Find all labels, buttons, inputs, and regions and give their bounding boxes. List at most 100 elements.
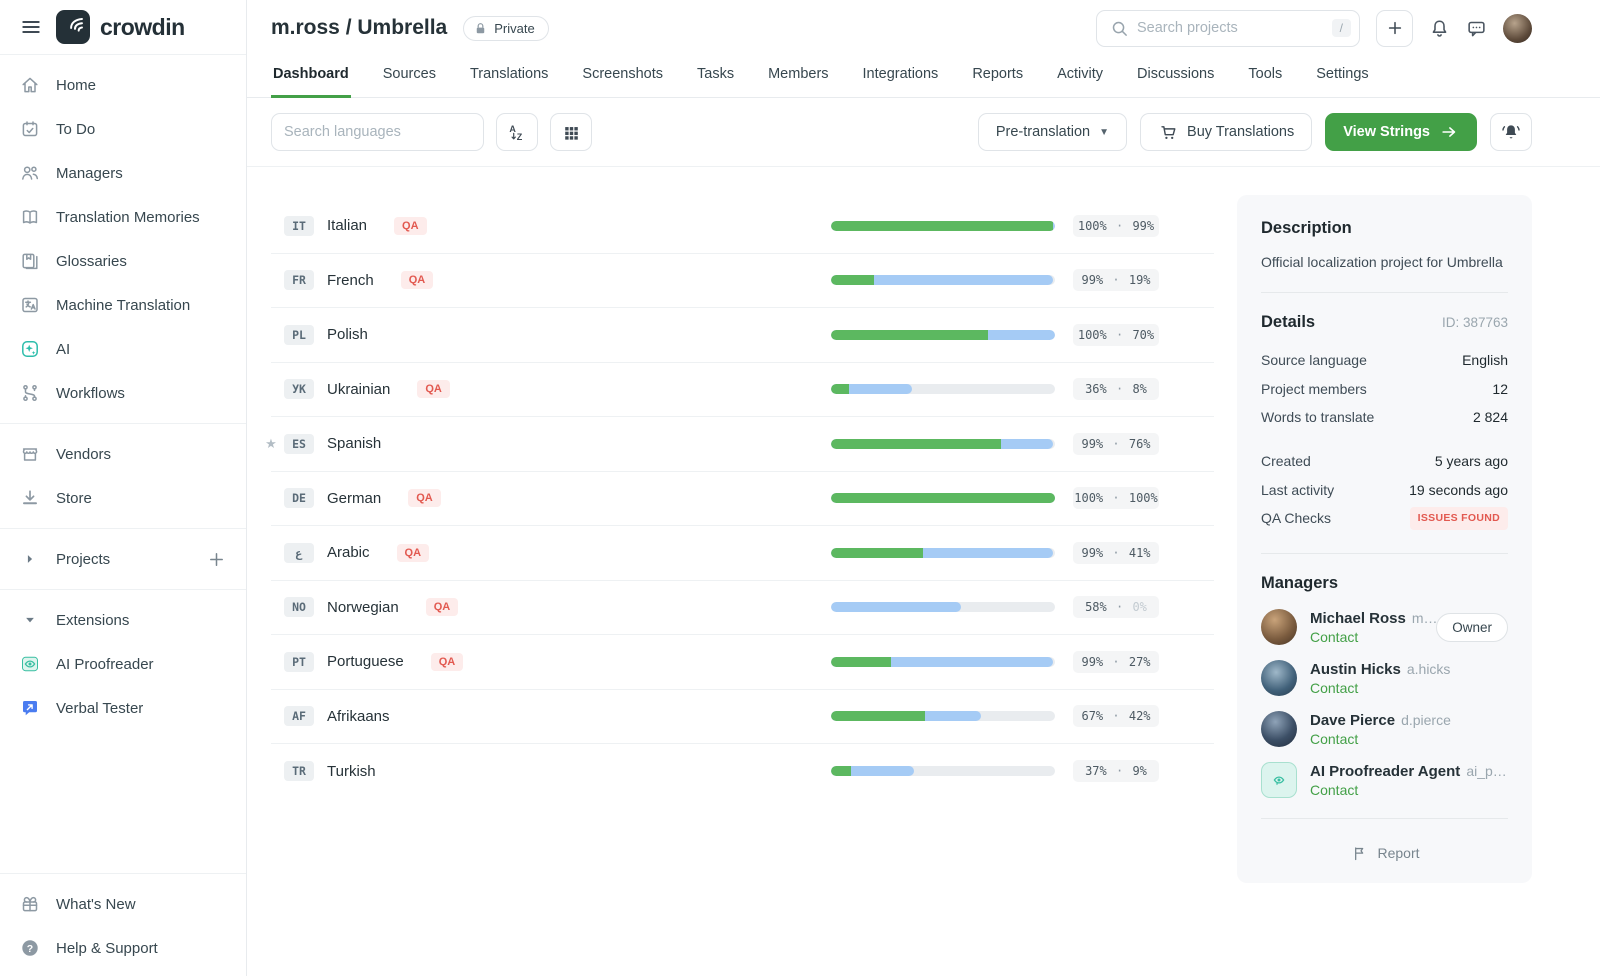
qa-issues-badge[interactable]: QA	[417, 380, 450, 398]
manager-username: ai_proof...	[1466, 763, 1508, 779]
contact-link[interactable]: Contact	[1310, 782, 1508, 798]
language-row-afrikaans[interactable]: AF Afrikaans 67% · 42%	[271, 690, 1214, 745]
create-project-button[interactable]	[1376, 10, 1413, 47]
language-row-ukrainian[interactable]: УК Ukrainian QA 36% · 8%	[271, 363, 1214, 418]
approved-segment	[831, 330, 988, 340]
language-name: Polish	[327, 326, 368, 343]
tab-translations[interactable]: Translations	[468, 56, 550, 98]
sidebar-item-workflows[interactable]: Workflows	[0, 371, 246, 415]
project-id: ID: 387763	[1442, 315, 1508, 330]
add-project-button[interactable]	[207, 550, 226, 569]
buy-translations-button[interactable]: Buy Translations	[1140, 113, 1312, 151]
menu-hamburger-icon[interactable]	[20, 16, 42, 38]
user-avatar[interactable]	[1503, 14, 1532, 43]
progress-percentages: 100% · 70%	[1073, 324, 1159, 346]
favorite-star-icon[interactable]: ★	[262, 436, 280, 452]
tab-tasks[interactable]: Tasks	[695, 56, 736, 98]
avatar	[1261, 609, 1297, 645]
language-row-italian[interactable]: IT Italian QA 100% · 99%	[271, 199, 1214, 254]
language-search	[271, 113, 484, 151]
contact-link[interactable]: Contact	[1310, 680, 1450, 696]
tab-members[interactable]: Members	[766, 56, 830, 98]
language-row-turkish[interactable]: TR Turkish 37% · 9%	[271, 744, 1214, 799]
qa-issues-badge[interactable]: QA	[431, 653, 464, 671]
sidebar-item-machine-translation[interactable]: Machine Translation	[0, 283, 246, 327]
sidebar-item-ai[interactable]: AI	[0, 327, 246, 371]
qa-issues-found-badge[interactable]: ISSUES FOUND	[1410, 507, 1508, 530]
sidebar-item-extensions[interactable]: Extensions	[0, 598, 246, 642]
tab-reports[interactable]: Reports	[970, 56, 1025, 98]
sidebar-item-what-s-new[interactable]: What's New	[0, 882, 246, 926]
project-tabs: Dashboard Sources Translations Screenshots T…	[247, 56, 1600, 98]
tab-integrations[interactable]: Integrations	[861, 56, 941, 98]
sidebar: crowdin HomeTo DoManagersTranslation Mem…	[0, 0, 247, 976]
sidebar-item-verbal-tester[interactable]: Verbal Tester	[0, 686, 246, 730]
translation-progress-bar	[831, 602, 1055, 612]
managers-icon	[20, 163, 40, 183]
notifications-bell-icon[interactable]	[1429, 18, 1450, 39]
manager-name: Michael Ross	[1310, 610, 1406, 627]
sidebar-item-vendors[interactable]: Vendors	[0, 432, 246, 476]
search-languages-input[interactable]	[284, 124, 471, 140]
report-link[interactable]: Report	[1261, 839, 1508, 865]
language-row-portuguese[interactable]: PT Portuguese QA 99% · 27%	[271, 635, 1214, 690]
tab-dashboard[interactable]: Dashboard	[271, 56, 351, 98]
vendors-icon	[20, 444, 40, 464]
sidebar-item-projects[interactable]: Projects	[0, 537, 246, 581]
svg-text:Z: Z	[517, 131, 523, 141]
language-row-norwegian[interactable]: NO Norwegian QA 58% · 0%	[271, 581, 1214, 636]
qa-issues-badge[interactable]: QA	[394, 217, 427, 235]
manager-name: Dave Pierce	[1310, 712, 1395, 729]
topbar-actions: /	[1096, 10, 1532, 47]
messages-icon[interactable]	[1466, 18, 1487, 39]
sidebar-item-home[interactable]: Home	[0, 63, 246, 107]
grid-view-button[interactable]	[550, 113, 592, 151]
search-projects-input[interactable]	[1137, 20, 1324, 36]
tab-tools[interactable]: Tools	[1246, 56, 1284, 98]
avatar	[1261, 711, 1297, 747]
sidebar-item-ai-proofreader[interactable]: AI Proofreader	[0, 642, 246, 686]
app: crowdin HomeTo DoManagersTranslation Mem…	[0, 0, 1600, 976]
language-name: Spanish	[327, 435, 381, 452]
ai-icon	[20, 339, 40, 359]
sidebar-item-glossaries[interactable]: Glossaries	[0, 239, 246, 283]
qa-issues-badge[interactable]: QA	[408, 489, 441, 507]
tab-screenshots[interactable]: Screenshots	[580, 56, 665, 98]
qa-issues-badge[interactable]: QA	[401, 271, 434, 289]
subscribe-notifications-button[interactable]	[1490, 113, 1532, 151]
progress-percentages: 67% · 42%	[1073, 705, 1159, 727]
sort-az-icon: AZ	[507, 122, 527, 142]
sidebar-item-help-support[interactable]: ?Help & Support	[0, 926, 246, 970]
sidebar-item-store[interactable]: Store	[0, 476, 246, 520]
qa-issues-badge[interactable]: QA	[397, 544, 430, 562]
language-row-arabic[interactable]: ع Arabic QA 99% · 41%	[271, 526, 1214, 581]
qa-issues-badge[interactable]: QA	[426, 598, 459, 616]
contact-link[interactable]: Contact	[1310, 629, 1436, 645]
language-name: Turkish	[327, 763, 376, 780]
language-name: Arabic	[327, 544, 370, 561]
language-row-spanish[interactable]: ★ ES Spanish 99% · 76%	[271, 417, 1214, 472]
view-strings-button[interactable]: View Strings	[1325, 113, 1477, 151]
grid-icon	[561, 122, 581, 142]
help-icon: ?	[20, 938, 40, 958]
language-row-german[interactable]: DE German QA 100% · 100%	[271, 472, 1214, 527]
qa-checks-row: QA Checks ISSUES FOUND	[1261, 504, 1508, 533]
sidebar-item-translation-memories[interactable]: Translation Memories	[0, 195, 246, 239]
tab-discussions[interactable]: Discussions	[1135, 56, 1216, 98]
contact-link[interactable]: Contact	[1310, 731, 1451, 747]
tab-activity[interactable]: Activity	[1055, 56, 1105, 98]
tab-sources[interactable]: Sources	[381, 56, 438, 98]
sort-languages-button[interactable]: AZ	[496, 113, 538, 151]
sidebar-divider	[0, 528, 246, 529]
language-name: Portuguese	[327, 653, 404, 670]
crowdin-logo[interactable]: crowdin	[56, 10, 185, 44]
sidebar-item-to-do[interactable]: To Do	[0, 107, 246, 151]
language-row-polish[interactable]: PL Polish 100% · 70%	[271, 308, 1214, 363]
language-row-french[interactable]: FR French QA 99% · 19%	[271, 254, 1214, 309]
progress-percentages: 99% · 41%	[1073, 542, 1159, 564]
tab-settings[interactable]: Settings	[1314, 56, 1370, 98]
sidebar-item-managers[interactable]: Managers	[0, 151, 246, 195]
pre-translation-dropdown[interactable]: Pre-translation ▼	[978, 113, 1127, 151]
progress-percentages: 99% · 19%	[1073, 269, 1159, 291]
manager-row-michael-ross: Michael Ross m.ross Contact Owner	[1261, 609, 1508, 645]
